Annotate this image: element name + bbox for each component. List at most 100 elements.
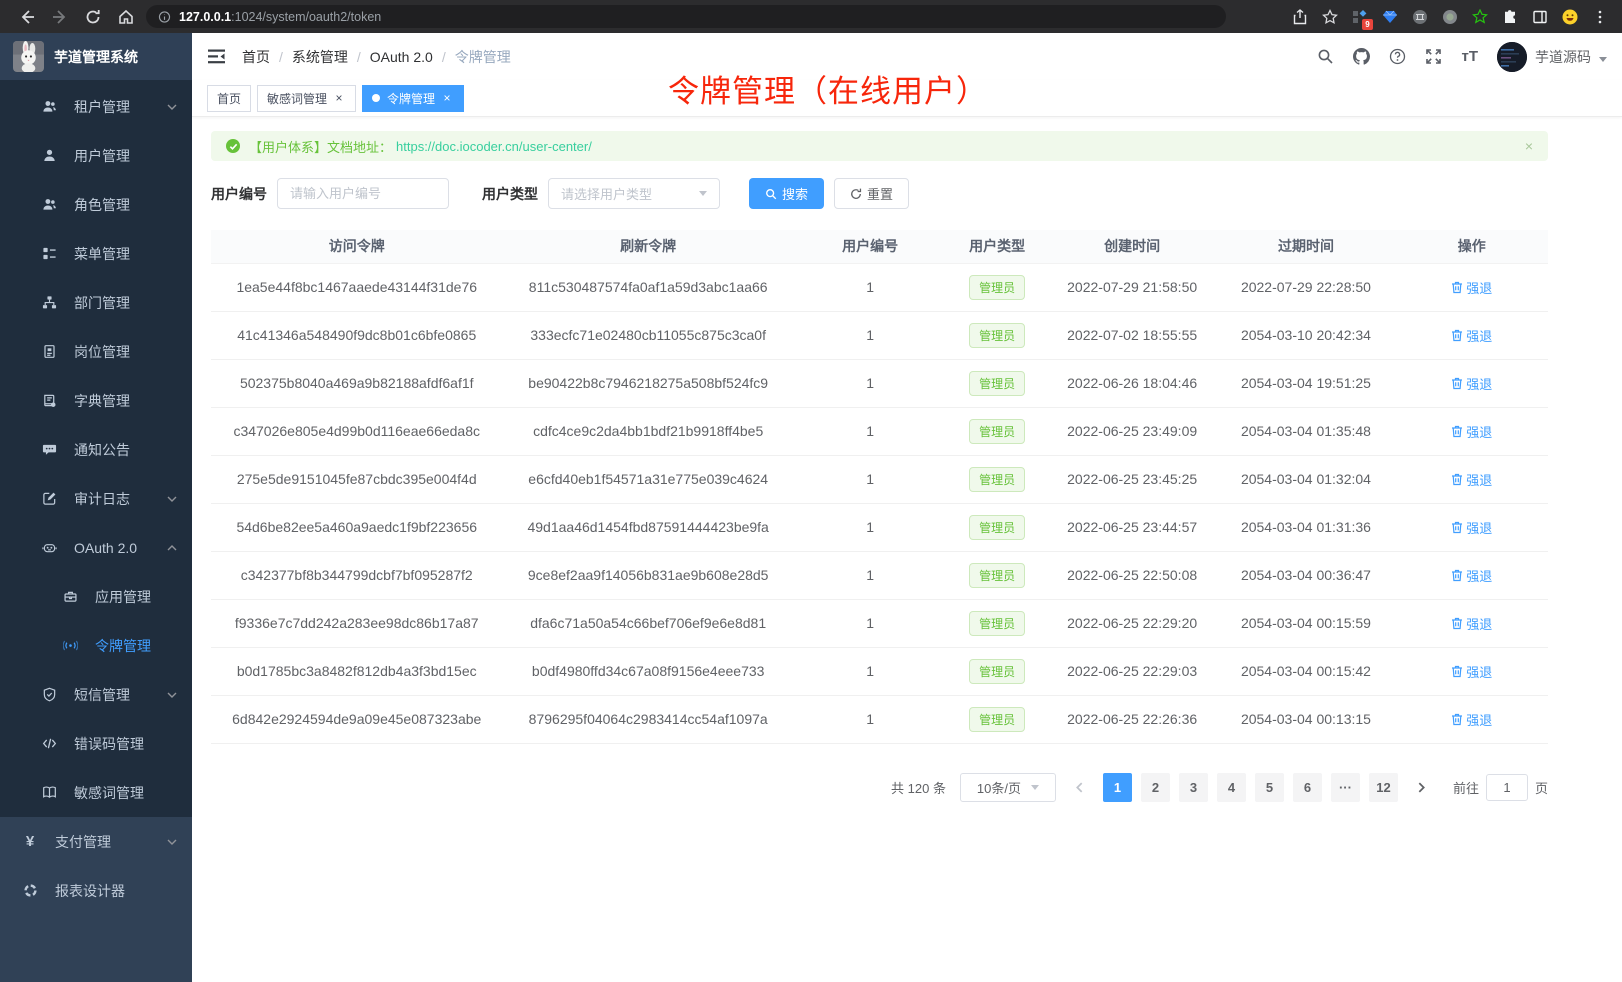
page-button-6[interactable]: 6: [1293, 773, 1322, 802]
breadcrumb-separator: /: [279, 49, 283, 65]
access-token-cell: f9336e7c7dd242a283ee98dc86b17a87: [211, 599, 502, 647]
sidebar-item-sms[interactable]: 短信管理: [0, 670, 192, 719]
tab-sensitive-words[interactable]: 敏感词管理×: [257, 85, 356, 112]
tab-home[interactable]: 首页: [207, 85, 251, 112]
search-button[interactable]: 搜索: [749, 178, 824, 209]
alert-close-icon[interactable]: ×: [1525, 138, 1533, 154]
browser-toolbar: 127.0.0.1:1024/system/oauth2/token 9: [0, 0, 1622, 33]
page-button-2[interactable]: 2: [1141, 773, 1170, 802]
refresh-token-cell: 49d1aa46d1454fbd87591444423be9fa: [502, 503, 793, 551]
bookmark-star-icon[interactable]: [1321, 8, 1338, 25]
extension-star-icon[interactable]: [1471, 8, 1488, 25]
extension-gem-icon[interactable]: [1381, 8, 1398, 25]
page-size-select[interactable]: 10条/页: [960, 773, 1056, 802]
breadcrumb-oauth[interactable]: OAuth 2.0: [370, 49, 433, 65]
force-logout-button[interactable]: 强退: [1451, 566, 1492, 585]
edit-log-icon: [41, 491, 57, 507]
reset-button[interactable]: 重置: [834, 178, 909, 209]
sidebar-item-user[interactable]: 用户管理: [0, 131, 192, 180]
github-icon[interactable]: [1353, 48, 1370, 65]
help-icon[interactable]: [1389, 48, 1406, 65]
force-logout-button[interactable]: 强退: [1451, 278, 1492, 297]
goto-page-input[interactable]: [1486, 774, 1528, 801]
access-token-cell: c347026e805e4d99b0d116eae66eda8c: [211, 407, 502, 455]
sidebar-collapse-icon[interactable]: [207, 47, 226, 66]
extension-command-icon[interactable]: [1411, 8, 1428, 25]
back-icon[interactable]: [18, 8, 35, 25]
sidebar-item-role[interactable]: 角色管理: [0, 180, 192, 229]
force-logout-button[interactable]: 强退: [1451, 422, 1492, 441]
extension-dot-icon[interactable]: [1441, 8, 1458, 25]
sidebar-item-oauth-app[interactable]: 应用管理: [0, 572, 192, 621]
site-info-icon[interactable]: [158, 8, 171, 25]
sidebar-item-report[interactable]: 报表设计器: [0, 866, 192, 915]
extensions-puzzle-icon[interactable]: [1501, 8, 1518, 25]
prev-page-button[interactable]: [1065, 773, 1094, 802]
force-logout-button[interactable]: 强退: [1451, 710, 1492, 729]
yen-icon: ¥: [22, 834, 38, 850]
user-type-select[interactable]: 请选择用户类型: [548, 178, 720, 209]
page-button-3[interactable]: 3: [1179, 773, 1208, 802]
user-menu[interactable]: 芋道源码: [1497, 42, 1607, 72]
sidebar-item-notice[interactable]: 通知公告: [0, 425, 192, 474]
user-id-cell: 1: [794, 599, 946, 647]
sidebar-item-dict[interactable]: 字典管理: [0, 376, 192, 425]
access-token-cell: 502375b8040a469a9b82188afdf6af1f: [211, 359, 502, 407]
side-panel-icon[interactable]: [1531, 8, 1548, 25]
extension-tag-manager-icon[interactable]: 9: [1351, 8, 1368, 25]
shield-icon: [41, 687, 57, 703]
sidebar-item-sensitive[interactable]: 敏感词管理: [0, 768, 192, 817]
breadcrumb-home[interactable]: 首页: [242, 47, 270, 67]
breadcrumb-system[interactable]: 系统管理: [292, 47, 348, 67]
sidebar-item-oauth[interactable]: OAuth 2.0: [0, 523, 192, 572]
forward-icon[interactable]: [51, 8, 68, 25]
page-button-12[interactable]: 12: [1369, 773, 1398, 802]
sidebar-item-oauth-token[interactable]: 令牌管理: [0, 621, 192, 670]
force-logout-button[interactable]: 强退: [1451, 470, 1492, 489]
close-icon[interactable]: ×: [332, 91, 346, 105]
col-user-id: 用户编号: [794, 230, 946, 263]
page-button-4[interactable]: 4: [1217, 773, 1246, 802]
sidebar-item-label: 审计日志: [74, 489, 130, 509]
sidebar-item-dept[interactable]: 部门管理: [0, 278, 192, 327]
force-logout-button[interactable]: 强退: [1451, 374, 1492, 393]
font-size-icon[interactable]: тT: [1461, 48, 1478, 65]
expires-cell: 2054-03-04 00:36:47: [1216, 551, 1395, 599]
sidebar-item-menu[interactable]: 菜单管理: [0, 229, 192, 278]
force-logout-button[interactable]: 强退: [1451, 518, 1492, 537]
force-logout-button[interactable]: 强退: [1451, 326, 1492, 345]
sidebar-item-tenant[interactable]: 租户管理: [0, 82, 192, 131]
home-icon[interactable]: [117, 8, 134, 25]
share-icon[interactable]: [1291, 8, 1308, 25]
page-ellipsis[interactable]: ···: [1331, 773, 1360, 802]
actions-cell: 强退: [1396, 551, 1548, 599]
app-title: 芋道管理系统: [54, 47, 138, 67]
force-logout-label: 强退: [1466, 662, 1492, 681]
tab-token-management[interactable]: 令牌管理×: [362, 85, 464, 112]
sidebar-item-post[interactable]: 岗位管理: [0, 327, 192, 376]
next-page-button[interactable]: [1407, 773, 1436, 802]
sidebar-item-audit[interactable]: 审计日志: [0, 474, 192, 523]
address-bar[interactable]: 127.0.0.1:1024/system/oauth2/token: [146, 5, 1226, 28]
profile-avatar-emoji[interactable]: [1561, 8, 1578, 25]
force-logout-button[interactable]: 强退: [1451, 614, 1492, 633]
broadcast-icon: [62, 638, 78, 654]
page-button-5[interactable]: 5: [1255, 773, 1284, 802]
user-id-input[interactable]: [277, 178, 449, 209]
sidebar-item-errorcode[interactable]: 错误码管理: [0, 719, 192, 768]
sidebar-item-pay[interactable]: ¥ 支付管理: [0, 817, 192, 866]
admin-tag: 管理员: [969, 659, 1025, 684]
force-logout-button[interactable]: 强退: [1451, 662, 1492, 681]
sidebar-item-label: 报表设计器: [55, 881, 125, 901]
actions-cell: 强退: [1396, 311, 1548, 359]
search-icon[interactable]: [1317, 48, 1334, 65]
logo-row[interactable]: 芋道管理系统: [0, 33, 192, 80]
doc-link[interactable]: https://doc.iocoder.cn/user-center/: [396, 139, 592, 154]
browser-menu-icon[interactable]: [1591, 8, 1608, 25]
force-logout-label: 强退: [1466, 518, 1492, 537]
reload-icon[interactable]: [84, 8, 101, 25]
tags-view: 首页 敏感词管理× 令牌管理×: [192, 80, 1622, 117]
close-icon[interactable]: ×: [440, 91, 454, 105]
fullscreen-icon[interactable]: [1425, 48, 1442, 65]
page-button-1[interactable]: 1: [1103, 773, 1132, 802]
